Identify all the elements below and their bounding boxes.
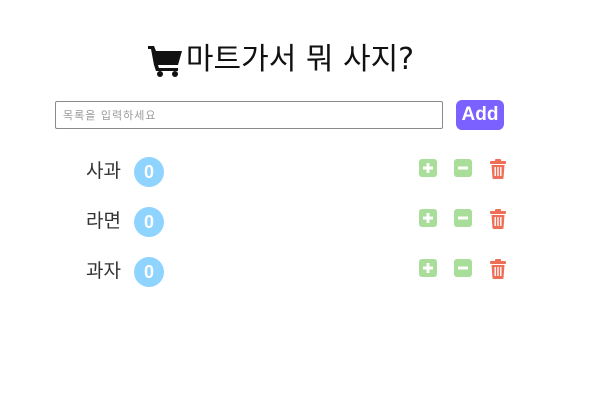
list-item: 사과 0 [0,152,600,202]
item-input[interactable] [55,101,443,129]
shopping-list-app: 마트가서 뭐 사지? Add 사과 0 라면 0 [0,0,600,413]
trash-icon[interactable] [489,209,507,229]
cart-icon [146,43,184,77]
minus-square-icon[interactable] [454,259,472,277]
item-name: 사과 [86,160,121,182]
page-title: 마트가서 뭐 사지? [0,38,560,82]
item-actions [419,159,507,179]
item-list: 사과 0 라면 0 과자 0 [0,152,600,302]
plus-square-icon[interactable] [419,159,437,177]
list-item: 라면 0 [0,202,600,252]
plus-square-icon[interactable] [419,259,437,277]
count-badge: 0 [134,207,164,237]
item-actions [419,259,507,279]
item-actions [419,209,507,229]
minus-square-icon[interactable] [454,209,472,227]
count-badge: 0 [134,257,164,287]
list-item: 과자 0 [0,252,600,302]
add-item-form: Add [55,100,504,130]
title-text: 마트가서 뭐 사지? [185,42,415,77]
trash-icon[interactable] [489,159,507,179]
plus-square-icon[interactable] [419,209,437,227]
item-name: 과자 [86,260,121,282]
item-name: 라면 [86,210,121,232]
minus-square-icon[interactable] [454,159,472,177]
add-button[interactable]: Add [456,100,504,130]
count-badge: 0 [134,157,164,187]
trash-icon[interactable] [489,259,507,279]
